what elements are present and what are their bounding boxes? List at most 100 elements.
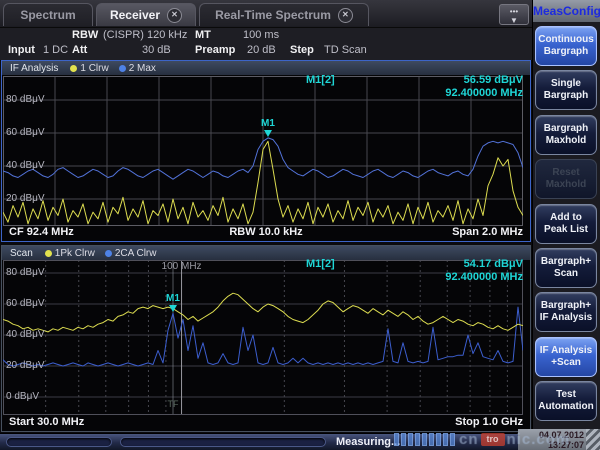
softkey-label: +Scan <box>536 357 596 369</box>
marker-m1-label: M1 <box>261 118 275 129</box>
setting-att-value[interactable]: 30 dB <box>142 44 171 56</box>
setting-step-label[interactable]: Step <box>290 44 314 56</box>
marker-m1-label: M1 <box>166 293 180 304</box>
y-axis-label-40: 40 dBμV <box>6 160 45 171</box>
setting-rbw-label[interactable]: RBW <box>72 29 98 41</box>
trace-legend-label: 2 Max <box>129 63 156 74</box>
tab-bar: SpectrumReceiver✕Real-Time Spectrum✕ •••… <box>0 0 532 28</box>
trace-legend-label: 2CA Clrw <box>115 248 157 259</box>
setting-step-value[interactable]: TD Scan <box>324 44 367 56</box>
marker-m1-triangle[interactable] <box>169 305 177 312</box>
trace-legend-2ca[interactable]: 2CA Clrw <box>105 248 157 259</box>
y-axis-label-60: 60 dBμV <box>6 127 45 138</box>
setting-rbw-value[interactable]: (CISPR) 120 kHz <box>103 29 187 41</box>
softkey-label: Bargraph+ <box>536 256 596 268</box>
rbw-readout: RBW 10.0 kHz <box>2 226 530 238</box>
softkey-test-automation[interactable]: TestAutomation <box>535 381 597 421</box>
softkey-label: Bargraph <box>536 46 596 58</box>
tab-label: Spectrum <box>20 8 75 22</box>
corner-stripes <box>586 429 600 450</box>
trace-legend-1[interactable]: 1 Clrw <box>70 63 108 74</box>
trace-legend-1pk[interactable]: 1Pk Clrw <box>45 248 95 259</box>
scan-marker-readout: 54.17 dBμV 92.400000 MHz <box>445 258 523 284</box>
instrument-screen: SpectrumReceiver✕Real-Time Spectrum✕ •••… <box>0 0 600 450</box>
softkey-label: Test <box>536 389 596 401</box>
setting-input-label[interactable]: Input <box>8 44 35 56</box>
y-axis-label-60: 60 dBμV <box>6 298 45 309</box>
setting-mt-label[interactable]: MT <box>195 29 211 41</box>
softkey-label: Maxhold <box>536 179 596 191</box>
trace-color-dot <box>105 250 112 257</box>
if-analysis-title: IF Analysis <box>10 63 58 74</box>
trace-legend-2[interactable]: 2 Max <box>119 63 156 74</box>
softkey-single-bargraph[interactable]: SingleBargraph <box>535 70 597 110</box>
y-axis-label-20: 20 dBμV <box>6 193 45 204</box>
softkey-label: Maxhold <box>536 135 596 147</box>
tab-close-icon[interactable]: ✕ <box>338 8 353 23</box>
scan-marker-readout-label: M1[2] <box>306 258 335 270</box>
tab-real-time-spectrum[interactable]: Real-Time Spectrum✕ <box>199 3 369 26</box>
softkey-label: Automation <box>536 401 596 413</box>
progress-pill-2 <box>120 437 326 447</box>
softkey-bargraph-if-analysis[interactable]: Bargraph+IF Analysis <box>535 292 597 332</box>
softkey-label: Continuous <box>536 34 596 46</box>
softkey-bargraph-maxhold[interactable]: BargraphMaxhold <box>535 115 597 155</box>
trace-2ca-clrw <box>3 307 523 366</box>
settings-bar: RBW (CISPR) 120 kHz MT 100 ms Input 1 DC Att 30… <box>0 28 532 60</box>
tab-spectrum[interactable]: Spectrum <box>3 3 93 26</box>
if-marker-level: 56.59 dBμV <box>445 74 523 87</box>
tab-receiver[interactable]: Receiver ✕ <box>96 3 196 26</box>
y-axis-label-80: 80 dBμV <box>6 267 45 278</box>
setting-preamp-label[interactable]: Preamp <box>195 44 235 56</box>
setting-preamp-value[interactable]: 20 dB <box>247 44 276 56</box>
trace-legend-label: 1 Clrw <box>80 63 108 74</box>
y-axis-label-0: 0 dBμV <box>6 391 39 402</box>
date-readout: 04.07.2012 <box>539 430 584 440</box>
softkey-label: Add to <box>536 212 596 224</box>
softkey-bargraph-scan[interactable]: Bargraph+Scan <box>535 248 597 288</box>
if-marker-readout: 56.59 dBμV 92.400000 MHz <box>445 74 523 100</box>
time-readout: 13:27:07 <box>539 440 584 450</box>
softkey-label: Bargraph <box>536 90 596 102</box>
measuring-status: Measuring... <box>336 436 400 448</box>
softkey-if-analysis-scan[interactable]: IF Analysis+Scan <box>535 337 597 377</box>
softkey-label: IF Analysis <box>536 312 596 324</box>
y-axis-label-80: 80 dBμV <box>6 94 45 105</box>
if-analysis-footer: RBW 10.0 kHz CF 92.4 MHz Span 2.0 MHz <box>2 226 530 240</box>
overflow-dots-icon: ••• <box>500 7 528 16</box>
softkey-label: Scan <box>536 268 596 280</box>
setting-mt-value[interactable]: 100 ms <box>243 29 279 41</box>
softkey-label: Single <box>536 78 596 90</box>
if-analysis-titlebar: IF Analysis 1 Clrw 2 Max <box>2 61 530 75</box>
if-marker-frequency: 92.400000 MHz <box>445 87 523 100</box>
softkey-add-to-peak-list[interactable]: Add toPeak List <box>535 204 597 244</box>
softkey-label: Bargraph+ <box>536 300 596 312</box>
softkey-menu-title: MeasConfig <box>533 0 600 22</box>
trace-1pk-clrw <box>3 293 523 332</box>
softkey-label: Reset <box>536 167 596 179</box>
softkey-continuous-bargraph[interactable]: ContinuousBargraph <box>535 26 597 66</box>
scan-marker-level: 54.17 dBμV <box>445 258 523 271</box>
scan-legend: 1Pk Clrw 2CA Clrw <box>45 248 157 259</box>
start-freq-readout: Start 30.0 MHz <box>9 416 84 428</box>
if-marker-readout-label: M1[2] <box>306 74 335 86</box>
setting-att-label[interactable]: Att <box>72 44 87 56</box>
softkey-sidebar: MeasConfig ContinuousBargraphSingleBargr… <box>532 0 600 450</box>
scan-window: Scan 1Pk Clrw2CA Clrw 100 MHzTFM1 M1[2] … <box>1 245 531 432</box>
trace-legend-label: 1Pk Clrw <box>55 248 95 259</box>
tab-overflow-button[interactable]: ••• ▼ <box>499 4 529 25</box>
trace-color-dot <box>70 65 77 72</box>
status-bar: Measuring... <box>0 433 600 450</box>
if-analysis-legend: 1 Clrw 2 Max <box>70 63 156 74</box>
stop-freq-readout: Stop 1.0 GHz <box>455 416 523 428</box>
tab-close-icon[interactable]: ✕ <box>167 8 182 23</box>
softkey-reset-maxhold: ResetMaxhold <box>535 159 597 199</box>
setting-input-value[interactable]: 1 DC <box>43 44 68 56</box>
datetime-box: 04.07.2012 13:27:07 <box>518 429 600 450</box>
scan-footer: Start 30.0 MHz Stop 1.0 GHz <box>2 416 530 430</box>
scan-title: Scan <box>10 248 33 259</box>
cf-readout: CF 92.4 MHz <box>9 226 74 238</box>
y-axis-label-40: 40 dBμV <box>6 329 45 340</box>
transducer-factor-label: TF <box>168 399 179 409</box>
tab-label: Receiver <box>110 8 160 22</box>
